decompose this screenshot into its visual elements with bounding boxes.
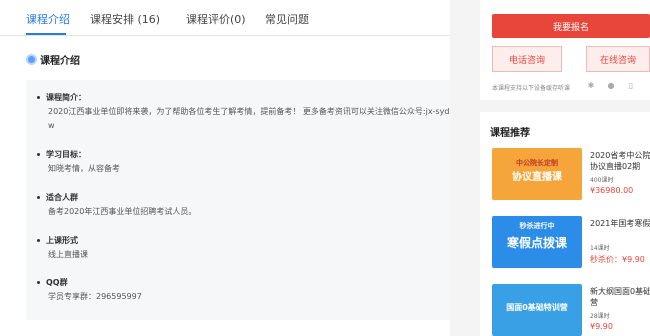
tablet-icon: ▯ [628,81,634,90]
course-title[interactable]: 协议直播02期 [590,161,640,172]
online-consult-button[interactable]: 在线咨询 [586,46,650,72]
course-card[interactable]: 中公院长定制 协议直播课 2020省考中公院长 协议直播02期 400课时 ¥3… [490,148,650,204]
course-price: ¥9.90 [590,322,613,331]
enroll-panel: 我要报名 电话咨询 在线咨询 本课程支持以下设备缓存听课 ✱ ● ▯ [480,0,650,100]
intro-text: w [48,121,55,130]
section-title: 课程介绍 [40,55,80,67]
intro-text: 线上直播课 [48,250,88,259]
course-price: 秒杀价：¥9.90 [590,255,645,264]
intro-heading: QQ群 [46,278,68,287]
bullet-icon [37,239,40,242]
thumb-sub: 协议直播课 [512,172,562,183]
intro-heading: 适合人群 [46,193,78,202]
active-tab-indicator [26,33,66,35]
recommend-title: 课程推荐 [490,128,530,139]
apple-icon: ● [607,81,615,90]
tab-course-schedule[interactable]: 课程安排 (16) [90,11,160,27]
tab-course-reviews[interactable]: 课程评价(0) [186,11,246,27]
intro-heading: 上课形式 [46,236,78,245]
course-title[interactable]: 2021年国考寒假点 [590,218,650,229]
course-thumbnail[interactable]: 秒杀进行中 寒假点拨课 [492,216,582,268]
course-title[interactable]: 2020省考中公院长 [590,150,650,161]
section-header: 课程介绍 [26,52,80,67]
intro-heading: 学习目标： [46,150,86,159]
course-title[interactable]: 营 [590,297,598,308]
thumb-text: 国面0基础特训营 [506,303,568,312]
course-hours: 28课时 [590,313,610,320]
thumb-sub: 寒假点拨课 [506,236,567,250]
intro-text: 备考2020年江西事业单位招聘考试人员。 [48,207,197,216]
course-card[interactable]: 国面0基础特训营 新大纲国面0基础特 营 28课时 ¥9.90 [490,284,650,336]
intro-box: 课程简介： 2020江西事业单位即将来袭，为了帮助各位考生了解考情，提前备考！ … [26,80,450,320]
intro-text: 2020江西事业单位即将来袭，为了帮助各位考生了解考情，提前备考！ 更多备考资讯… [48,107,450,116]
course-thumbnail[interactable]: 国面0基础特训营 [492,284,582,336]
thumb-text: 中公院长定制 [516,159,558,167]
bullet-icon [37,196,40,199]
circle-icon [26,53,37,65]
course-price: ¥36980.00 [590,186,634,195]
course-title[interactable]: 新大纲国面0基础特 [590,286,650,297]
thumb-text: 秒杀进行中 [519,222,555,230]
enroll-button[interactable]: 我要报名 [492,14,650,38]
phone-consult-button[interactable]: 电话咨询 [492,46,562,72]
intro-text: 知晓考情，从容备考 [48,164,120,173]
course-hours: 400课时 [590,177,614,184]
bullet-icon [37,281,40,284]
course-thumbnail[interactable]: 中公院长定制 协议直播课 [492,148,582,200]
tab-course-intro[interactable]: 课程介绍 [26,11,70,27]
intro-heading: 课程简介： [46,93,86,102]
intro-text: 学员专享群：296595997 [48,292,142,301]
main-panel: 课程介绍 课程安排 (16) 课程评价(0) 常见问题 课程介绍 课程简介： 2… [0,0,450,336]
course-hours: 14课时 [590,245,610,252]
tab-faq[interactable]: 常见问题 [265,11,309,27]
recommend-panel: 课程推荐 中公院长定制 协议直播课 2020省考中公院长 协议直播02期 400… [480,112,650,336]
bullet-icon [37,153,40,156]
device-support-text: 本课程支持以下设备缓存听课 [492,85,571,92]
bullet-icon [37,96,40,99]
course-card[interactable]: 秒杀进行中 寒假点拨课 2021年国考寒假点 14课时 秒杀价：¥9.90 [490,216,650,272]
android-icon: ✱ [587,81,595,90]
course-tabs: 课程介绍 课程安排 (16) 课程评价(0) 常见问题 [0,0,450,36]
